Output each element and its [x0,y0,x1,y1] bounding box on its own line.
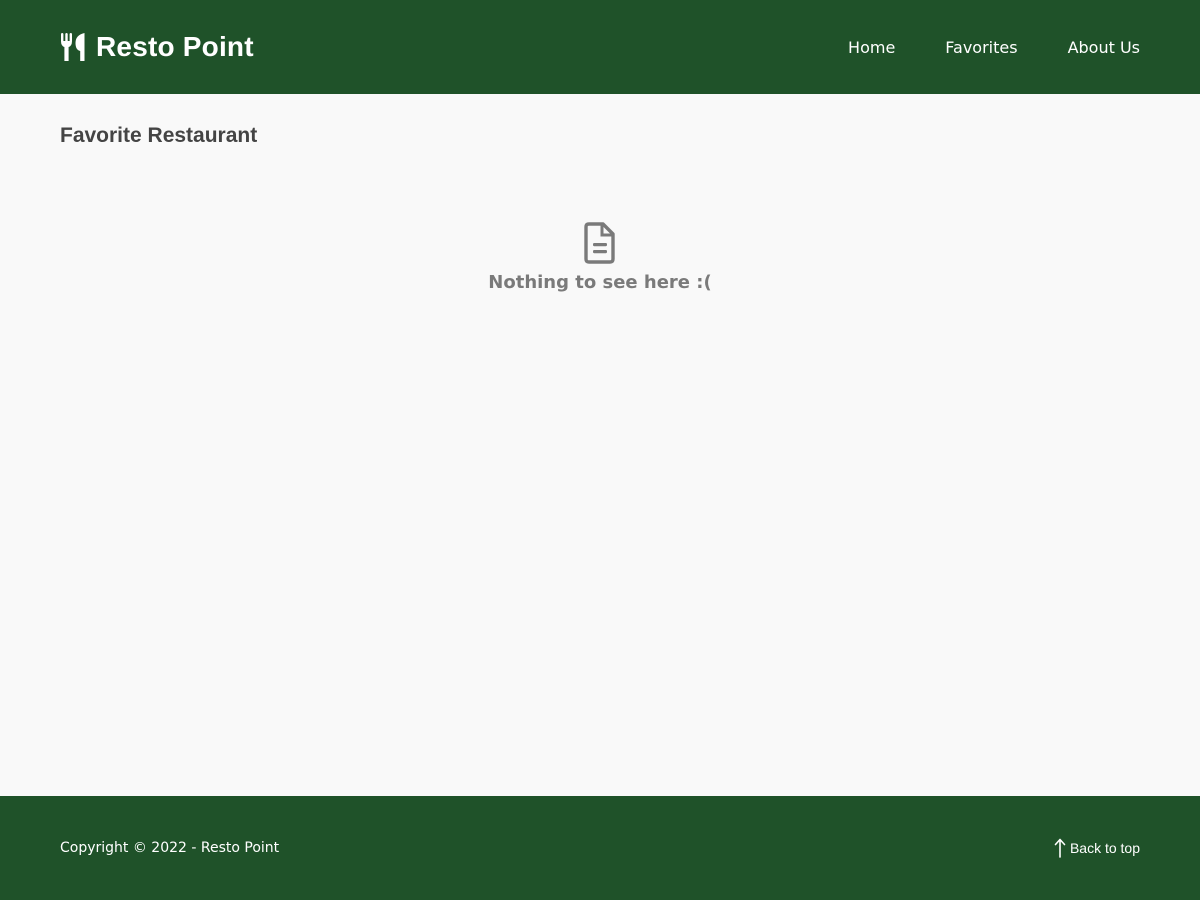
nav-home[interactable]: Home [848,38,895,57]
back-to-top-link[interactable]: Back to top [1054,838,1140,858]
nav-favorites[interactable]: Favorites [945,38,1017,57]
main-content: Favorite Restaurant Nothing to see here … [0,94,1200,796]
brand-link[interactable]: Resto Point [60,31,254,63]
copyright-text: Copyright © 2022 - Resto Point [60,840,280,856]
back-to-top-label: Back to top [1069,840,1140,856]
arrow-up-icon [1054,838,1066,858]
site-footer: Copyright © 2022 - Resto Point Back to t… [0,796,1200,900]
empty-state-message: Nothing to see here :( [488,272,712,293]
brand-name: Resto Point [96,31,254,62]
document-icon [584,222,616,264]
utensils-icon [60,32,86,62]
page-title: Favorite Restaurant [60,124,258,147]
nav-about-us[interactable]: About Us [1068,38,1140,57]
empty-state: Nothing to see here :( [0,222,1200,293]
main-nav: Home Favorites About Us [798,38,1140,57]
site-header: Resto Point Home Favorites About Us [0,0,1200,94]
